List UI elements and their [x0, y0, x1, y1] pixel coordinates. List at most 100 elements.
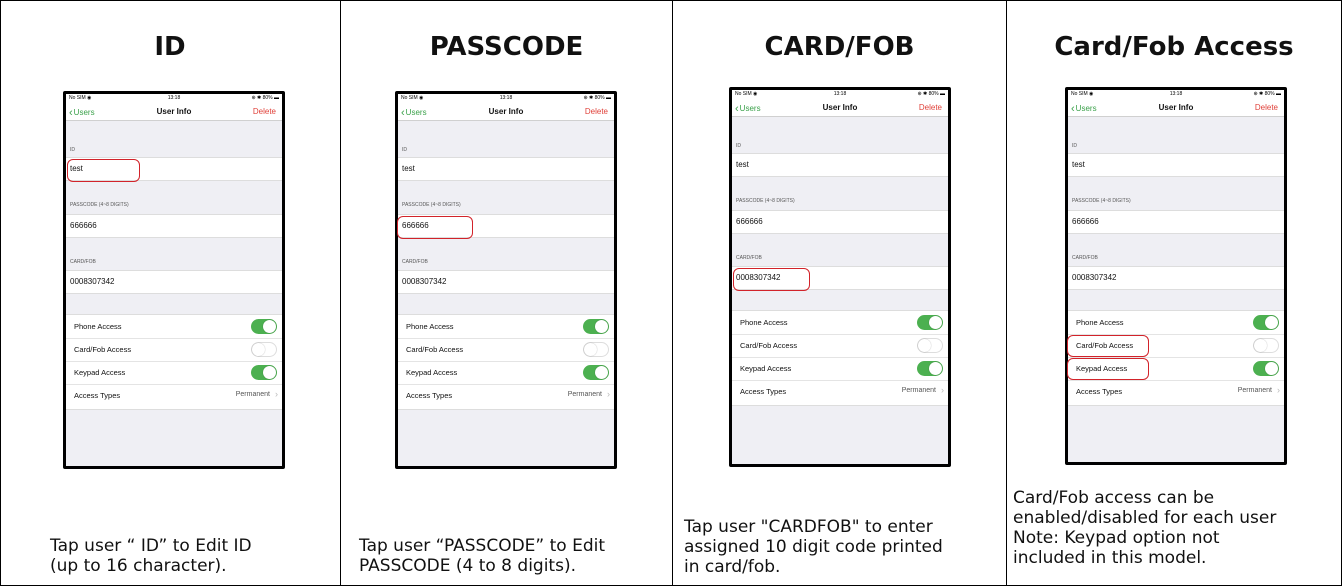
phone-access-toggle[interactable] — [1253, 315, 1279, 330]
status-time: 13:18 — [1169, 91, 1183, 97]
column-title: PASSCODE — [429, 32, 584, 62]
column-caption: Tap user "CARDFOB" to enter assigned 10 … — [684, 517, 943, 577]
cardfob-label: CARD/FOB — [736, 255, 762, 261]
status-battery: ⊕ ✱ 80% ▬ — [583, 95, 611, 101]
status-time: 13:18 — [833, 91, 847, 97]
cardfob-access-toggle[interactable] — [251, 342, 277, 357]
cardfob-access-row: Card/Fob Access — [66, 338, 282, 362]
keypad-access-toggle[interactable] — [251, 365, 277, 380]
passcode-label: PASSCODE (4~8 DIGITS) — [402, 202, 461, 208]
cardfob-label: CARD/FOB — [1072, 255, 1098, 261]
keypad-access-label: Keypad Access — [740, 364, 792, 373]
id-label: ID — [1072, 143, 1077, 149]
passcode-value: 666666 — [70, 221, 97, 230]
passcode-value: 666666 — [736, 217, 763, 226]
access-types-row[interactable]: Access Types Permanent › — [1068, 380, 1284, 403]
access-types-row[interactable]: Access Types Permanent › — [66, 384, 282, 407]
nav-bar: ‹Users User Info Delete — [732, 98, 948, 117]
delete-button[interactable]: Delete — [253, 107, 276, 116]
cardfob-access-label: Card/Fob Access — [406, 345, 464, 354]
delete-button[interactable]: Delete — [919, 103, 942, 112]
access-types-row[interactable]: Access Types Permanent › — [398, 384, 614, 407]
keypad-access-label: Keypad Access — [406, 368, 458, 377]
phone-screenshot: No SIM ◉ 13:18 ⊕ ✱ 80% ▬ ‹Users User Inf… — [63, 91, 285, 469]
column-cardfob-access: Card/Fob Access No SIM ◉ 13:18 ⊕ ✱ 80% ▬… — [1007, 0, 1341, 586]
phone-access-row: Phone Access — [732, 311, 948, 335]
column-cardfob: CARD/FOB No SIM ◉ 13:18 ⊕ ✱ 80% ▬ ‹Users… — [673, 0, 1006, 586]
status-battery: ⊕ ✱ 80% ▬ — [251, 95, 279, 101]
status-bar: No SIM ◉ 13:18 ⊕ ✱ 80% ▬ — [398, 94, 614, 102]
phone-access-row: Phone Access — [66, 315, 282, 339]
id-field[interactable]: test — [1068, 153, 1284, 177]
passcode-field[interactable]: 666666 — [732, 210, 948, 234]
keypad-access-label: Keypad Access — [74, 368, 126, 377]
phone-access-row: Phone Access — [1068, 311, 1284, 335]
id-label: ID — [70, 147, 75, 153]
phone-screenshot: No SIM ◉ 13:18 ⊕ ✱ 80% ▬ ‹Users User Inf… — [395, 91, 617, 469]
column-passcode: PASSCODE No SIM ◉ 13:18 ⊕ ✱ 80% ▬ ‹Users… — [341, 0, 672, 586]
phone-access-toggle[interactable] — [251, 319, 277, 334]
chevron-right-icon: › — [941, 385, 944, 395]
phone-access-label: Phone Access — [74, 322, 122, 331]
passcode-field[interactable]: 666666 — [1068, 210, 1284, 234]
cardfob-field[interactable]: 0008307342 — [1068, 266, 1284, 290]
id-label: ID — [402, 147, 407, 153]
passcode-field[interactable]: 666666 — [66, 214, 282, 238]
column-title: ID — [154, 32, 186, 62]
passcode-label: PASSCODE (4~8 DIGITS) — [1072, 198, 1131, 204]
nav-title: User Info — [1158, 103, 1194, 112]
phone-access-label: Phone Access — [406, 322, 454, 331]
passcode-label: PASSCODE (4~8 DIGITS) — [70, 202, 129, 208]
phone-access-label: Phone Access — [1076, 318, 1124, 327]
delete-button[interactable]: Delete — [585, 107, 608, 116]
cardfob-value: 0008307342 — [402, 277, 447, 286]
phone-screenshot: No SIM ◉ 13:18 ⊕ ✱ 80% ▬ ‹Users User Inf… — [1065, 87, 1287, 465]
cardfob-access-toggle[interactable] — [1253, 338, 1279, 353]
status-bar: No SIM ◉ 13:18 ⊕ ✱ 80% ▬ — [66, 94, 282, 102]
status-battery: ⊕ ✱ 80% ▬ — [917, 91, 945, 97]
status-bar: No SIM ◉ 13:18 ⊕ ✱ 80% ▬ — [732, 90, 948, 98]
highlight-box — [733, 268, 810, 291]
phone-access-toggle[interactable] — [917, 315, 943, 330]
cardfob-field[interactable]: 0008307342 — [66, 270, 282, 294]
column-caption: Tap user “PASSCODE” to Edit PASSCODE (4 … — [359, 536, 606, 576]
phone-screen: No SIM ◉ 13:18 ⊕ ✱ 80% ▬ ‹Users User Inf… — [398, 94, 614, 466]
access-types-value: Permanent — [567, 391, 602, 398]
access-settings: Phone Access Card/Fob Access Keypad Acce… — [732, 310, 948, 406]
chevron-right-icon: › — [1277, 385, 1280, 395]
id-field[interactable]: test — [398, 157, 614, 181]
keypad-access-toggle[interactable] — [917, 361, 943, 376]
keypad-access-row: Keypad Access — [398, 361, 614, 385]
column-title: CARD/FOB — [764, 32, 915, 62]
access-settings: Phone Access Card/Fob Access Keypad Acce… — [66, 314, 282, 410]
nav-title: User Info — [822, 103, 858, 112]
status-battery: ⊕ ✱ 80% ▬ — [1253, 91, 1281, 97]
access-types-label: Access Types — [740, 387, 787, 396]
nav-bar: ‹Users User Info Delete — [1068, 98, 1284, 117]
keypad-access-toggle[interactable] — [583, 365, 609, 380]
status-time: 13:18 — [167, 95, 181, 101]
phone-access-label: Phone Access — [740, 318, 788, 327]
cardfob-access-toggle[interactable] — [917, 338, 943, 353]
cardfob-field[interactable]: 0008307342 — [398, 270, 614, 294]
access-types-row[interactable]: Access Types Permanent › — [732, 380, 948, 403]
passcode-label: PASSCODE (4~8 DIGITS) — [736, 198, 795, 204]
keypad-access-row: Keypad Access — [66, 361, 282, 385]
chevron-right-icon: › — [275, 389, 278, 399]
cardfob-value: 0008307342 — [1072, 273, 1117, 282]
highlight-box — [1067, 335, 1149, 357]
phone-access-toggle[interactable] — [583, 319, 609, 334]
nav-bar: ‹Users User Info Delete — [66, 102, 282, 121]
nav-title: User Info — [156, 107, 192, 116]
column-id: ID No SIM ◉ 13:18 ⊕ ✱ 80% ▬ ‹Users User … — [0, 0, 340, 586]
delete-button[interactable]: Delete — [1255, 103, 1278, 112]
cardfob-access-label: Card/Fob Access — [740, 341, 798, 350]
cardfob-access-toggle[interactable] — [583, 342, 609, 357]
status-time: 13:18 — [499, 95, 513, 101]
keypad-access-toggle[interactable] — [1253, 361, 1279, 376]
access-types-label: Access Types — [74, 391, 121, 400]
id-field[interactable]: test — [732, 153, 948, 177]
keypad-access-row: Keypad Access — [732, 357, 948, 381]
access-types-label: Access Types — [406, 391, 453, 400]
phone-screen: No SIM ◉ 13:18 ⊕ ✱ 80% ▬ ‹Users User Inf… — [66, 94, 282, 466]
